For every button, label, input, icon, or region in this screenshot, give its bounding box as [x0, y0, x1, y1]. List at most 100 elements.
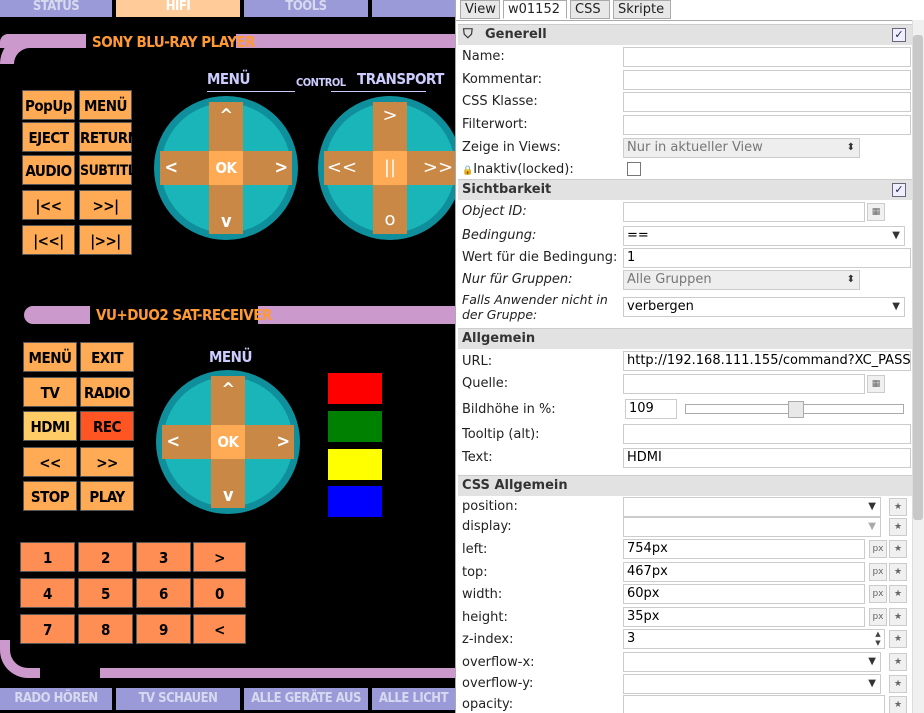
url-field[interactable]: http://192.168.111.155/command?XC_PASS= — [623, 351, 911, 371]
vu-menu-right-button[interactable]: > — [266, 432, 300, 452]
vu-menu-down-button[interactable]: v — [211, 486, 245, 506]
section-generell[interactable]: ⛉ Generell ✓ — [458, 24, 912, 45]
tab-scripts[interactable]: Skripte — [613, 0, 671, 19]
topnav-status[interactable]: STATUS — [0, 0, 112, 17]
gruppen-select[interactable]: Alle Gruppen ⬍ — [623, 270, 860, 290]
bildhoehe-slider[interactable] — [685, 401, 904, 418]
vu-yellow-button[interactable] — [328, 449, 382, 480]
kommentar-field[interactable] — [623, 70, 911, 90]
star-icon[interactable]: ★ — [889, 498, 907, 516]
vu-menu-left-button[interactable]: < — [156, 432, 190, 452]
section-checkbox[interactable]: ✓ — [892, 28, 906, 42]
vu-num-1-button[interactable]: 1 — [20, 542, 75, 572]
quelle-picker-icon[interactable]: ▦ — [867, 375, 885, 393]
left-unit[interactable]: px — [869, 540, 887, 558]
name-field[interactable] — [623, 47, 911, 67]
star-icon[interactable]: ★ — [889, 696, 907, 713]
vu-hdmi-button[interactable]: HDMI — [21, 409, 79, 443]
vu-num-3-button[interactable]: 3 — [136, 542, 191, 572]
bottomnav-all-light[interactable]: ALLE LICHT — [372, 688, 455, 710]
width-field[interactable]: 60px — [623, 584, 865, 604]
section-allgemein[interactable]: Allgemein — [458, 328, 912, 349]
filterwort-field[interactable] — [623, 115, 911, 135]
display-select[interactable]: ▼ — [623, 517, 881, 537]
vu-stop-button[interactable]: STOP — [23, 481, 77, 511]
star-icon[interactable]: ★ — [889, 630, 907, 648]
opacity-field[interactable] — [623, 695, 885, 713]
css-klasse-field[interactable] — [623, 92, 911, 112]
height-field[interactable]: 35px — [623, 607, 865, 627]
section-css-allgemein[interactable]: CSS Allgemein — [458, 475, 912, 496]
object-id-field[interactable] — [623, 202, 865, 222]
inaktiv-checkbox[interactable] — [627, 162, 641, 176]
left-field[interactable]: 754px — [623, 539, 865, 559]
vu-num-5-button[interactable]: 5 — [78, 578, 133, 608]
sony-menu-left-button[interactable]: < — [154, 158, 188, 178]
vu-menu-ok-button[interactable]: OK — [211, 425, 245, 459]
bottomnav-tv[interactable]: TV SCHAUEN — [116, 688, 240, 710]
vu-tv-button[interactable]: TV — [23, 377, 77, 407]
quelle-field[interactable] — [623, 374, 865, 394]
star-icon[interactable]: ★ — [889, 563, 907, 581]
tab-view[interactable]: View — [460, 0, 500, 19]
vu-num-8-button[interactable]: 8 — [78, 614, 133, 644]
sony-audio-button[interactable]: AUDIO — [22, 155, 75, 185]
sony-menu-up-button[interactable]: ^ — [209, 106, 243, 126]
star-icon[interactable]: ★ — [889, 653, 907, 671]
sony-menu-right-button[interactable]: > — [264, 158, 298, 178]
wert-field[interactable]: 1 — [623, 248, 911, 268]
star-icon[interactable]: ★ — [889, 518, 907, 536]
sony-pause-button[interactable]: || — [373, 151, 407, 185]
vu-num-2-button[interactable]: 2 — [78, 542, 133, 572]
object-id-picker-icon[interactable]: ▦ — [867, 203, 885, 221]
sony-prev-chapter-button[interactable]: |<< — [22, 190, 75, 220]
sony-play-button[interactable]: > — [373, 106, 407, 126]
vu-menu-button[interactable]: MENÜ — [23, 342, 77, 372]
vu-num-0-button[interactable]: 0 — [193, 578, 246, 608]
tab-widget[interactable]: w01152 — [503, 0, 567, 19]
vu-radio-button[interactable]: RADIO — [80, 377, 134, 407]
sony-stop-button[interactable]: o — [373, 210, 407, 230]
top-field[interactable]: 467px — [623, 562, 865, 582]
star-icon[interactable]: ★ — [889, 540, 907, 558]
panel-scrollbar-thumb[interactable] — [913, 35, 923, 520]
sony-menu-button[interactable]: MENÜ — [79, 90, 132, 120]
star-icon[interactable]: ★ — [889, 585, 907, 603]
vu-num-4-button[interactable]: 4 — [20, 578, 75, 608]
section-checkbox[interactable]: ✓ — [892, 183, 906, 197]
star-icon[interactable]: ★ — [889, 608, 907, 626]
vu-forward-button[interactable]: >> — [80, 447, 134, 477]
sony-next-chapter-button[interactable]: >>| — [79, 190, 132, 220]
sony-next-track-button[interactable]: |>>| — [79, 225, 132, 255]
vu-rec-button[interactable]: REC — [80, 411, 134, 441]
vu-channel-up-button[interactable]: > — [193, 542, 246, 572]
vu-num-9-button[interactable]: 9 — [136, 614, 191, 644]
topnav-hifi[interactable]: HIFI — [116, 0, 240, 17]
overflowy-select[interactable]: ▼ — [623, 674, 881, 694]
falls-select[interactable]: verbergen ▼ — [623, 297, 905, 317]
bottomnav-radio[interactable]: RADO HÖREN — [0, 688, 112, 710]
tooltip-field[interactable] — [623, 424, 911, 444]
vu-play-button[interactable]: PLAY — [80, 481, 134, 511]
slider-handle[interactable] — [787, 401, 804, 418]
zindex-field[interactable]: 3 — [623, 629, 885, 649]
vu-red-button[interactable] — [328, 373, 382, 404]
sony-prev-track-button[interactable]: |<<| — [22, 225, 75, 255]
overflowx-select[interactable]: ▼ — [623, 652, 881, 672]
sony-return-button[interactable]: RETURN — [79, 122, 139, 152]
zeige-select[interactable]: Nur in aktueller View ⬍ — [623, 138, 860, 158]
bedingung-select[interactable]: == ▼ — [623, 226, 905, 246]
sony-subtitle-button[interactable]: SUBTITLE — [79, 155, 144, 185]
top-unit[interactable]: px — [869, 563, 887, 581]
topnav-tools[interactable]: TOOLS — [244, 0, 368, 17]
sony-rewind-button[interactable]: << — [318, 158, 366, 178]
vu-blue-button[interactable] — [328, 486, 382, 517]
vu-menu-up-button[interactable]: ^ — [211, 380, 245, 400]
height-unit[interactable]: px — [869, 608, 887, 626]
star-icon[interactable]: ★ — [889, 675, 907, 693]
vu-rewind-button[interactable]: << — [23, 447, 77, 477]
sony-eject-button[interactable]: EJECT — [22, 122, 75, 152]
sony-menu-ok-button[interactable]: OK — [209, 151, 243, 185]
sony-forward-button[interactable]: >> — [418, 158, 455, 178]
section-sichtbarkeit[interactable]: Sichtbarkeit ✓ — [458, 179, 912, 200]
